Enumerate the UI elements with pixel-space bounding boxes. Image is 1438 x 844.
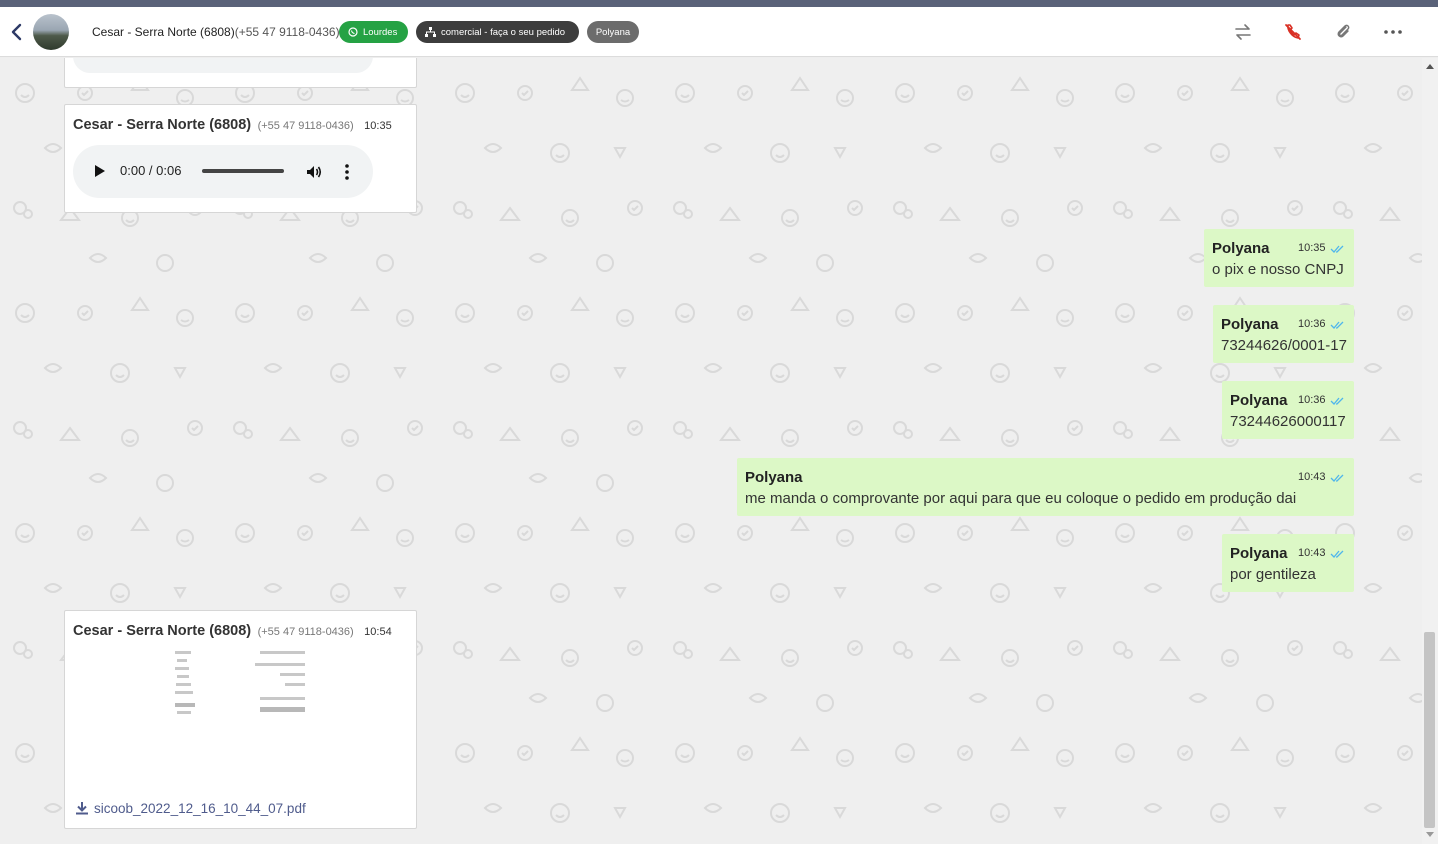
outgoing-message[interactable]: Polyana 10:43 me manda o comprovante por… [737,458,1354,516]
message-text: me manda o comprovante por aqui para que… [745,490,1297,507]
audio-player[interactable]: 0:00 / 0:06 [73,145,373,198]
contact-title[interactable]: Cesar - Serra Norte (6808)(+55 47 9118-0… [92,25,340,39]
previous-message-card [64,58,417,88]
double-check-icon [1330,474,1344,482]
whatsapp-connection-tag[interactable]: Lourdes [339,21,408,43]
chat-header: Cesar - Serra Norte (6808)(+55 47 9118-0… [0,7,1438,57]
outgoing-message[interactable]: Polyana 10:36 73244626000117 [1222,381,1354,439]
sender-phone: (+55 47 9118-0436) [257,120,354,132]
sender-name: Polyana [1230,545,1288,562]
sender-name: Polyana [1230,392,1288,409]
contact-avatar[interactable] [33,14,69,50]
vertical-scrollbar[interactable] [1422,58,1438,844]
queue-tag-label: comercial - faça o seu pedido [441,26,566,38]
queue-tag[interactable]: comercial - faça o seu pedido [416,21,579,43]
previous-audio-player[interactable] [73,58,373,73]
contact-name: Cesar - Serra Norte (6808) [92,25,235,39]
sitemap-icon [425,27,436,37]
sender-name: Polyana [745,469,803,486]
document-download-link[interactable]: sicoob_2022_12_16_10_44_07.pdf [75,801,306,816]
message-time: 10:35 [1298,242,1326,254]
outgoing-message[interactable]: Polyana 10:43 por gentileza [1222,534,1354,592]
incoming-audio-message: Cesar - Serra Norte (6808) (+55 47 9118-… [64,104,417,213]
volume-icon[interactable] [305,163,323,181]
sender-name: Polyana [1221,316,1279,333]
double-check-icon [1330,245,1344,253]
incoming-document-message: Cesar - Serra Norte (6808) (+55 47 9118-… [64,610,417,829]
transfer-icon[interactable] [1233,22,1253,42]
message-header: Cesar - Serra Norte (6808) (+55 47 9118-… [73,116,392,134]
user-tag-label: Polyana [595,26,631,38]
outgoing-message[interactable]: Polyana 10:35 o pix e nosso CNPJ [1204,229,1354,287]
outgoing-message[interactable]: Polyana 10:36 73244626/0001-17 [1213,305,1354,363]
back-arrow-icon[interactable] [8,22,26,42]
more-horizontal-icon[interactable] [1383,22,1403,42]
double-check-icon [1330,321,1344,329]
sender-phone: (+55 47 9118-0436) [257,626,354,638]
more-vertical-icon[interactable] [339,163,355,181]
audio-time: 0:00 / 0:06 [120,163,182,178]
user-tag[interactable]: Polyana [587,21,639,43]
message-time: 10:43 [1298,547,1326,559]
chat-area[interactable]: Cesar - Serra Norte (6808) (+55 47 9118-… [0,58,1422,844]
paperclip-icon[interactable] [1333,22,1353,42]
message-time: 10:54 [364,626,392,638]
document-filename: sicoob_2022_12_16_10_44_07.pdf [94,801,306,816]
whatsapp-tag-label: Lourdes [363,26,398,38]
message-text: por gentileza [1230,566,1316,583]
end-call-icon[interactable] [1283,22,1303,42]
message-time: 10:43 [1298,471,1326,483]
message-time: 10:36 [1298,394,1326,406]
message-text: o pix e nosso CNPJ [1212,261,1344,278]
message-text: 73244626/0001-17 [1221,337,1347,354]
message-header: Cesar - Serra Norte (6808) (+55 47 9118-… [73,622,392,640]
sender-name: Cesar - Serra Norte (6808) [73,117,252,133]
play-icon[interactable] [95,165,105,177]
message-text: 73244626000117 [1230,413,1346,430]
message-time: 10:35 [364,120,392,132]
contact-phone: (+55 47 9118-0436) [234,25,340,39]
top-strip [0,0,1438,7]
download-icon [76,802,88,815]
scroll-up-arrow-icon[interactable] [1426,64,1434,69]
sender-name: Cesar - Serra Norte (6808) [73,623,252,639]
scrollbar-thumb[interactable] [1424,632,1435,828]
scroll-down-arrow-icon[interactable] [1426,832,1434,837]
sender-name: Polyana [1212,240,1270,257]
double-check-icon [1330,550,1344,558]
document-preview[interactable] [165,649,315,721]
whatsapp-icon [348,27,358,37]
double-check-icon [1330,397,1344,405]
audio-progress-slider[interactable] [202,169,284,173]
message-time: 10:36 [1298,318,1326,330]
